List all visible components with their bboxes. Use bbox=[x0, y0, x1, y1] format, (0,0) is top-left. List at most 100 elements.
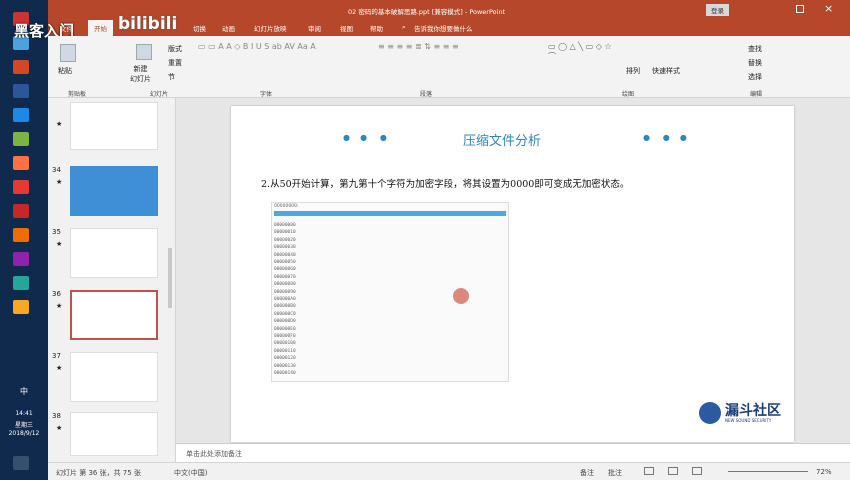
app-icon[interactable] bbox=[13, 204, 29, 218]
slide-sorter-icon[interactable] bbox=[668, 467, 678, 475]
hex-rows: 00000000 00000010 00000020 00000030 00000040… bbox=[274, 223, 504, 381]
drawing-group-label: 绘图 bbox=[622, 91, 635, 98]
normal-view-icon[interactable] bbox=[644, 467, 654, 475]
tab-slideshow[interactable]: 幻灯片放映 bbox=[254, 23, 287, 33]
signin-button[interactable]: 登录 bbox=[706, 4, 729, 16]
slide-thumbnails-pane: ★ 34 ★ 35 ★ 36 ★ 37 ★ 38 ★ bbox=[48, 98, 176, 462]
thumb-star: ★ bbox=[56, 302, 63, 310]
clock-time: 14:41 bbox=[15, 410, 33, 417]
comments-button[interactable]: 批注 bbox=[608, 468, 622, 478]
hex-row-offset: 00000060 bbox=[274, 267, 296, 273]
clipboard-group-label: 剪贴板 bbox=[68, 91, 87, 98]
powerpoint-window: 02 密码的基本破解思路.ppt [兼容模式] - PowerPoint 登录 … bbox=[14, 0, 850, 480]
tab-home[interactable]: 开始 bbox=[88, 20, 113, 36]
clock-weekday: 星期三 bbox=[14, 422, 33, 429]
font-controls[interactable]: ▭ ▭ A A ◇ B I U S ab AV Aa A bbox=[198, 42, 368, 82]
tab-view[interactable]: 视图 bbox=[340, 23, 353, 33]
hex-row-offset: 00000120 bbox=[274, 356, 296, 362]
hex-row-offset: 00000010 bbox=[274, 230, 296, 236]
watermark-logo-icon bbox=[699, 402, 721, 424]
ribbon: 粘贴 剪贴板 新建 幻灯片 版式 重置 节 幻灯片 ▭ ▭ A A ◇ B I … bbox=[48, 36, 850, 98]
slide-canvas: ● ● ● 压缩文件分析 ● ● ● 2.从50开始计算，第九第十个字符为加密字… bbox=[176, 98, 850, 443]
thumb-number: 38 bbox=[52, 412, 61, 420]
slide-thumbnail[interactable] bbox=[70, 102, 158, 150]
window-title: 02 密码的基本破解思路.ppt [兼容模式] - PowerPoint bbox=[348, 8, 506, 16]
app-icon[interactable] bbox=[13, 300, 29, 314]
reading-view-icon[interactable] bbox=[692, 467, 702, 475]
thumb-star: ★ bbox=[56, 120, 63, 128]
watermark-logo: 漏斗社区 bbox=[725, 403, 781, 419]
slide-thumbnail[interactable] bbox=[70, 412, 158, 456]
slide-counter: 幻灯片 第 36 张，共 75 张 bbox=[56, 469, 141, 477]
hex-header-label: 00000000: bbox=[274, 204, 299, 209]
hex-header-bar bbox=[274, 211, 506, 216]
reset-button[interactable]: 重置 bbox=[168, 58, 182, 68]
new-slide-icon[interactable] bbox=[136, 44, 152, 60]
thumbnails-scrollbar[interactable] bbox=[168, 248, 172, 308]
hex-row-offset: 00000040 bbox=[274, 252, 296, 258]
title-decoration: ● ● ● bbox=[643, 133, 687, 142]
notes-button[interactable]: 备注 bbox=[580, 468, 594, 478]
close-icon[interactable]: × bbox=[824, 2, 833, 15]
quick-styles-button[interactable]: 快速样式 bbox=[652, 66, 680, 76]
notes-pane[interactable]: 单击此处添加备注 bbox=[176, 443, 850, 462]
new-slide-button[interactable]: 新建 幻灯片 bbox=[130, 64, 151, 84]
thumb-star: ★ bbox=[56, 424, 63, 432]
thumb-star: ★ bbox=[56, 364, 63, 372]
notes-placeholder[interactable]: 单击此处添加备注 bbox=[186, 449, 242, 459]
find-button[interactable]: 查找 bbox=[748, 44, 762, 54]
slide-title[interactable]: 压缩文件分析 bbox=[463, 130, 541, 149]
hex-row-offset: 000000C0 bbox=[274, 311, 296, 317]
thumb-star: ★ bbox=[56, 240, 63, 248]
zoom-level[interactable]: 72% bbox=[816, 468, 832, 476]
select-button[interactable]: 选择 bbox=[748, 72, 762, 82]
ime-indicator[interactable]: 中 bbox=[0, 386, 48, 397]
hex-row-offset: 00000030 bbox=[274, 245, 296, 251]
tab-transitions[interactable]: 切换 bbox=[193, 23, 206, 33]
slide-thumbnail[interactable] bbox=[70, 352, 158, 402]
slide-body-text[interactable]: 2.从50开始计算，第九第十个字符为加密字段，将其设置为0000即可变成无加密状… bbox=[261, 176, 629, 190]
replace-button[interactable]: 替换 bbox=[748, 58, 762, 68]
app-icon[interactable] bbox=[13, 156, 29, 170]
current-slide[interactable]: ● ● ● 压缩文件分析 ● ● ● 2.从50开始计算，第九第十个字符为加密字… bbox=[231, 106, 794, 442]
app-icon[interactable] bbox=[13, 180, 29, 194]
hex-row-offset: 000000F0 bbox=[274, 334, 296, 339]
thumb-number: 36 bbox=[52, 290, 61, 298]
zoom-slider[interactable] bbox=[728, 471, 808, 472]
app-icon[interactable] bbox=[13, 252, 29, 266]
notification-icon[interactable] bbox=[13, 456, 29, 470]
taskbar: 中 14:41 星期三 2018/9/12 bbox=[0, 0, 48, 480]
hex-row-offset: 000000A0 bbox=[274, 297, 296, 302]
app-icon[interactable] bbox=[13, 108, 29, 122]
arrange-button[interactable]: 排列 bbox=[626, 66, 640, 76]
paragraph-controls[interactable]: ≡ ≡ ≡ ≡ ≣ ⇅ ≡ ≡ ≡ bbox=[378, 42, 538, 82]
app-icon[interactable] bbox=[13, 276, 29, 290]
language-indicator[interactable]: 中文(中国) bbox=[174, 468, 207, 478]
tab-animations[interactable]: 动画 bbox=[222, 23, 235, 33]
editing-group-label: 编辑 bbox=[750, 91, 763, 98]
paste-button[interactable]: 粘贴 bbox=[58, 66, 72, 76]
thumb-number: 34 bbox=[52, 166, 61, 174]
tab-help[interactable]: 帮助 bbox=[370, 23, 383, 33]
app-icon[interactable] bbox=[13, 84, 29, 98]
restore-icon[interactable] bbox=[796, 5, 804, 13]
hex-editor-image[interactable]: 00000000: 00000000 00000010 00000020 000000… bbox=[271, 202, 509, 382]
hex-row-offset: 00000000 bbox=[274, 223, 296, 228]
layout-button[interactable]: 版式 bbox=[168, 44, 182, 54]
hex-row-offset: 00000100 bbox=[274, 341, 296, 347]
slide-thumbnail-selected[interactable] bbox=[70, 290, 158, 340]
tab-review[interactable]: 审阅 bbox=[308, 23, 321, 33]
bilibili-overlay: bilibili bbox=[118, 14, 178, 34]
tell-me-search[interactable]: 告诉我你想要做什么 bbox=[414, 23, 473, 33]
clock-date: 2018/9/12 bbox=[8, 430, 40, 437]
slide-thumbnail[interactable] bbox=[70, 228, 158, 278]
app-icon[interactable] bbox=[13, 228, 29, 242]
hex-row-offset: 00000070 bbox=[274, 274, 296, 280]
hex-row-offset: 00000140 bbox=[274, 371, 296, 376]
powerpoint-icon[interactable] bbox=[13, 60, 29, 74]
slide-thumbnail[interactable] bbox=[70, 166, 158, 216]
app-icon[interactable] bbox=[13, 132, 29, 146]
paste-icon[interactable] bbox=[60, 44, 76, 62]
shapes-gallery[interactable]: ▭ ◯ △ ╲ ▭ ◇ ☆ ⌒ bbox=[548, 42, 618, 82]
section-button[interactable]: 节 bbox=[168, 72, 175, 82]
